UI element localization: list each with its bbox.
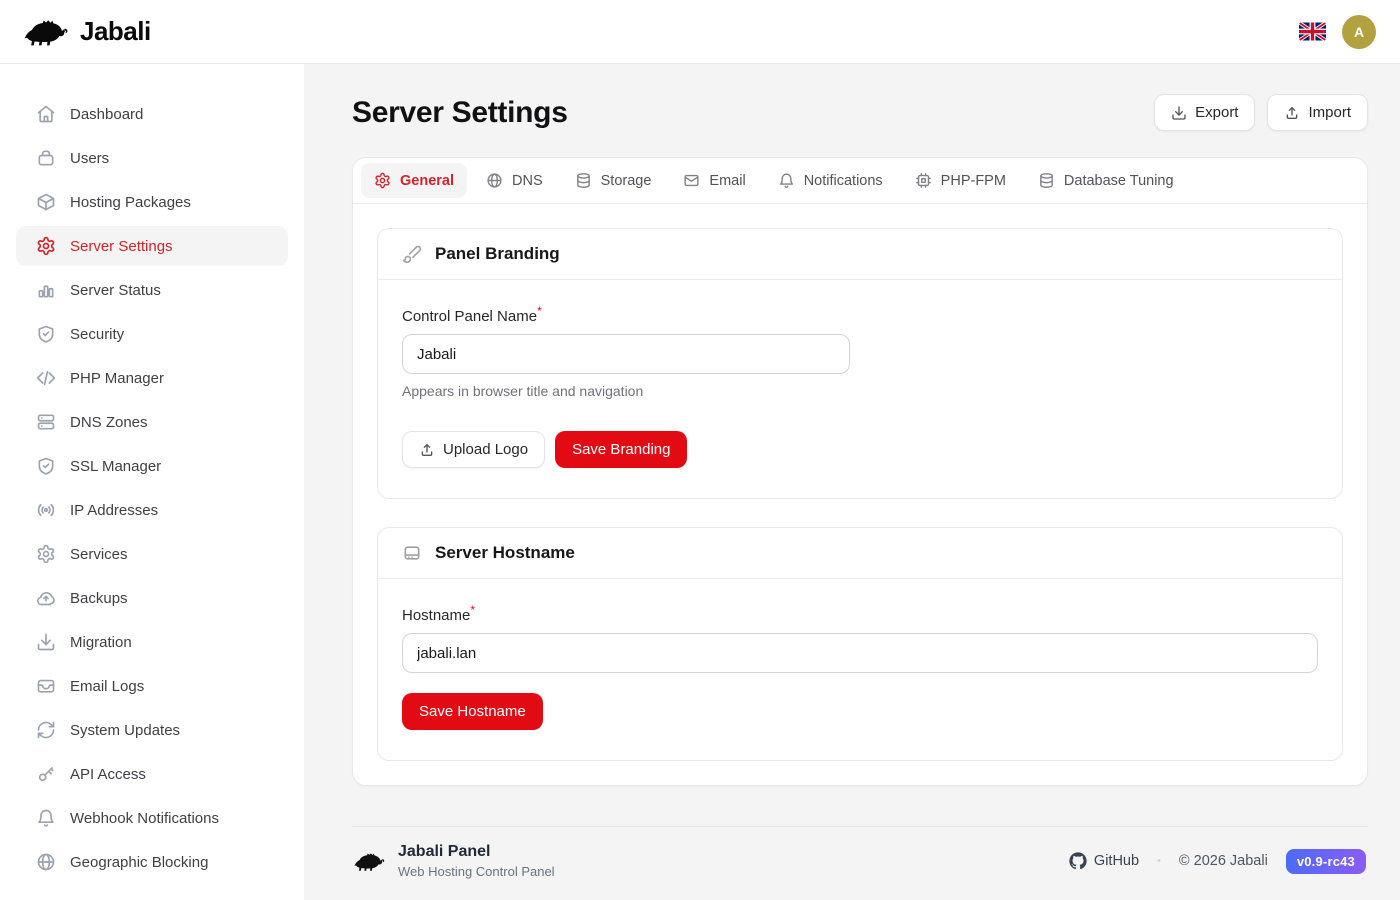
sidebar-item-email-logs[interactable]: Email Logs	[16, 666, 288, 706]
users-icon	[36, 148, 56, 168]
cpu-icon	[915, 172, 932, 189]
brand-name: Jabali	[80, 16, 151, 47]
tab-notifications[interactable]: Notifications	[765, 163, 896, 198]
save-branding-button[interactable]: Save Branding	[555, 431, 687, 468]
radio-icon	[36, 500, 56, 520]
hostname-input[interactable]	[402, 633, 1318, 673]
sidebar-item-migration[interactable]: Migration	[16, 622, 288, 662]
shield-check-icon	[36, 456, 56, 476]
bell-icon	[778, 172, 795, 189]
footer-brand-name: Jabali Panel	[398, 843, 555, 861]
sidebar: Dashboard Users Hosting Packages Server …	[0, 64, 304, 900]
sidebar-item-server-status[interactable]: Server Status	[16, 270, 288, 310]
key-icon	[36, 764, 56, 784]
inbox-icon	[36, 676, 56, 696]
required-asterisk: *	[470, 603, 475, 617]
footer: Jabali Panel Web Hosting Control Panel G…	[352, 826, 1368, 879]
server-stack-icon	[36, 412, 56, 432]
boar-logo-icon	[354, 850, 386, 873]
server-hostname-card: Server Hostname Hostname* Save Hostname	[377, 527, 1343, 761]
tab-php-fpm[interactable]: PHP-FPM	[902, 163, 1019, 198]
brand-link[interactable]: Jabali	[24, 16, 151, 47]
sidebar-item-webhook-notifications[interactable]: Webhook Notifications	[16, 798, 288, 838]
top-header: Jabali A	[0, 0, 1400, 64]
cloud-upload-icon	[36, 588, 56, 608]
hostname-label: Hostname*	[402, 603, 1318, 624]
sidebar-item-ip-addresses[interactable]: IP Addresses	[16, 490, 288, 530]
hostname-card-title: Server Hostname	[435, 543, 575, 563]
gear-icon	[36, 544, 56, 564]
refresh-icon	[36, 720, 56, 740]
sidebar-item-system-updates[interactable]: System Updates	[16, 710, 288, 750]
footer-separator: •	[1157, 855, 1161, 867]
globe-icon	[486, 172, 503, 189]
branding-helper-text: Appears in browser title and navigation	[402, 383, 1318, 399]
database-icon	[1038, 172, 1055, 189]
sidebar-item-services[interactable]: Services	[16, 534, 288, 574]
home-icon	[36, 104, 56, 124]
paintbrush-icon	[402, 244, 422, 264]
bar-chart-icon	[36, 280, 56, 300]
tab-dns[interactable]: DNS	[473, 163, 556, 198]
sidebar-item-security[interactable]: Security	[16, 314, 288, 354]
mail-icon	[683, 172, 700, 189]
github-link[interactable]: GitHub	[1069, 852, 1139, 870]
sidebar-item-users[interactable]: Users	[16, 138, 288, 178]
control-panel-name-label: Control Panel Name*	[402, 304, 1318, 325]
panel-branding-card: Panel Branding Control Panel Name* Appea…	[377, 228, 1343, 499]
import-button[interactable]: Import	[1267, 94, 1368, 131]
database-icon	[575, 172, 592, 189]
globe-icon	[36, 852, 56, 872]
bell-icon	[36, 808, 56, 828]
required-asterisk: *	[537, 304, 542, 318]
settings-tabbar: General DNS Storage Email Notifications	[353, 158, 1367, 204]
hard-drive-icon	[402, 543, 422, 563]
uk-flag-language-icon[interactable]	[1299, 22, 1326, 41]
sidebar-item-dns-zones[interactable]: DNS Zones	[16, 402, 288, 442]
sidebar-item-php-manager[interactable]: PHP Manager	[16, 358, 288, 398]
code-icon	[36, 368, 56, 388]
package-icon	[36, 192, 56, 212]
sidebar-item-hosting-packages[interactable]: Hosting Packages	[16, 182, 288, 222]
upload-logo-button[interactable]: Upload Logo	[402, 431, 545, 468]
sidebar-item-geographic-blocking[interactable]: Geographic Blocking	[16, 842, 288, 882]
settings-panel: General DNS Storage Email Notifications	[352, 157, 1368, 786]
sidebar-item-ssl-manager[interactable]: SSL Manager	[16, 446, 288, 486]
branding-card-title: Panel Branding	[435, 244, 560, 264]
export-button[interactable]: Export	[1154, 94, 1255, 131]
main-content: Server Settings Export Import General	[304, 64, 1400, 900]
gear-icon	[374, 172, 391, 189]
tab-email[interactable]: Email	[670, 163, 758, 198]
tab-database-tuning[interactable]: Database Tuning	[1025, 163, 1187, 198]
tab-general[interactable]: General	[361, 163, 467, 198]
boar-logo-icon	[24, 17, 70, 47]
sidebar-item-backups[interactable]: Backups	[16, 578, 288, 618]
shield-check-icon	[36, 324, 56, 344]
gear-icon	[36, 236, 56, 256]
control-panel-name-input[interactable]	[402, 334, 850, 374]
sidebar-item-api-access[interactable]: API Access	[16, 754, 288, 794]
page-title: Server Settings	[352, 96, 568, 130]
download-icon	[36, 632, 56, 652]
upload-icon	[1284, 105, 1300, 121]
user-avatar[interactable]: A	[1342, 15, 1376, 49]
footer-tagline: Web Hosting Control Panel	[398, 864, 555, 879]
copyright-text: © 2026 Jabali	[1179, 853, 1268, 869]
download-icon	[1171, 105, 1187, 121]
version-badge: v0.9-rc43	[1286, 849, 1366, 874]
save-hostname-button[interactable]: Save Hostname	[402, 693, 543, 730]
github-icon	[1069, 852, 1087, 870]
sidebar-item-server-settings[interactable]: Server Settings	[16, 226, 288, 266]
tab-storage[interactable]: Storage	[562, 163, 665, 198]
upload-icon	[419, 442, 435, 458]
sidebar-item-dashboard[interactable]: Dashboard	[16, 94, 288, 134]
